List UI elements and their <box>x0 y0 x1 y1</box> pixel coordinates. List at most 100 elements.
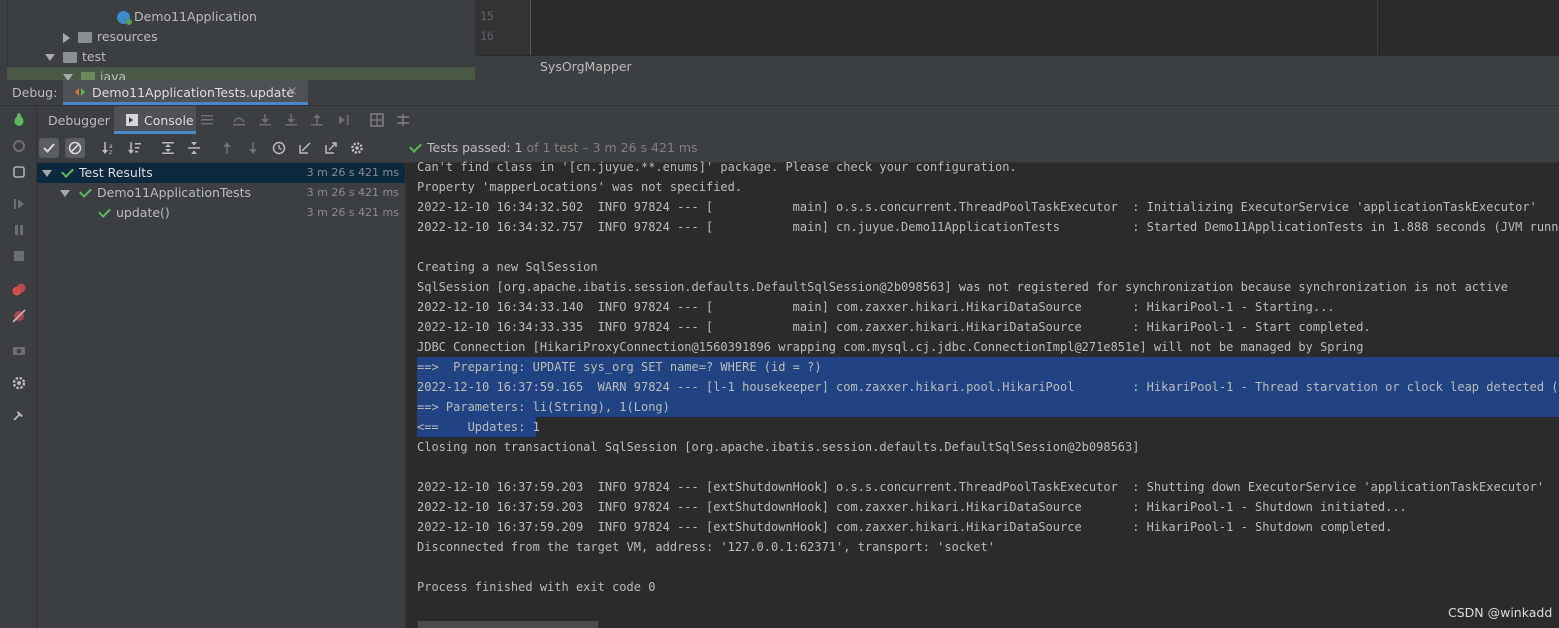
check-icon <box>43 143 55 153</box>
console-line: 2022-12-10 16:37:59.203 INFO 97824 --- [… <box>417 500 1407 514</box>
svg-text:z: z <box>109 149 112 155</box>
console-line: 2022-12-10 16:37:59.203 INFO 97824 --- [… <box>417 480 1545 494</box>
debug-session-tab-label: Demo11ApplicationTests.update <box>92 85 295 100</box>
tree-item-java[interactable]: java <box>63 67 126 80</box>
history-icon[interactable] <box>272 141 286 155</box>
test-tree-method[interactable]: update() 3 m 26 s 421 ms <box>37 203 405 223</box>
test-tree-label: update() <box>116 205 170 220</box>
spring-app-icon <box>117 11 132 25</box>
console-line: 2022-12-10 16:34:32.502 INFO 97824 --- [… <box>417 200 1537 214</box>
tab-debugger[interactable]: Debugger <box>48 113 110 128</box>
code-editor[interactable] <box>475 0 1559 55</box>
run-config-icon <box>75 88 85 96</box>
console-line: 2022-12-10 16:34:33.140 INFO 97824 --- [… <box>417 300 1335 314</box>
passed-check-icon <box>61 164 74 178</box>
console-icon <box>126 114 138 126</box>
tree-item-label: resources <box>97 29 158 44</box>
export-tests-icon[interactable] <box>324 141 338 155</box>
test-tree-label: Demo11ApplicationTests <box>97 185 252 200</box>
test-results-tree <box>37 163 406 628</box>
test-duration: 3 m 26 s 421 ms <box>306 166 399 179</box>
sort-by-duration-icon[interactable] <box>128 141 142 155</box>
console-line: ==> Parameters: li(String), 1(Long) <box>417 400 670 414</box>
tree-item-demo11application[interactable]: Demo11Application <box>117 7 257 27</box>
editor-right-margin <box>1377 0 1378 55</box>
console-line: SqlSession [org.apache.ibatis.session.de… <box>417 280 1508 294</box>
horizontal-scrollbar[interactable] <box>418 621 598 628</box>
step-into-icon[interactable] <box>258 113 272 127</box>
settings-icon[interactable] <box>11 375 27 391</box>
passed-check-icon <box>79 184 92 198</box>
passed-check-icon <box>409 139 422 153</box>
test-tree-label: Test Results <box>79 165 153 180</box>
next-failed-icon[interactable] <box>246 141 260 155</box>
console-line: ==> Preparing: UPDATE sys_org SET name=?… <box>417 360 822 374</box>
folder-icon <box>78 32 92 43</box>
tree-item-label: java <box>100 69 127 80</box>
test-duration: 3 m 26 s 421 ms <box>306 186 399 199</box>
editor-tab-label[interactable]: SysOrgMapper <box>540 59 632 74</box>
step-over-icon[interactable] <box>232 113 246 127</box>
folder-icon <box>81 72 95 80</box>
test-tree-root[interactable]: Test Results 3 m 26 s 421 ms <box>37 163 405 183</box>
console-line: 2022-12-10 16:34:33.335 INFO 97824 --- [… <box>417 320 1371 334</box>
line-number: 15 <box>480 9 494 23</box>
run-to-cursor-icon[interactable] <box>337 113 351 127</box>
view-breakpoints-icon[interactable] <box>11 282 27 298</box>
debug-bug-icon[interactable] <box>11 112 27 128</box>
collapse-arrow-icon[interactable] <box>45 54 55 61</box>
mute-breakpoints-icon[interactable] <box>11 308 27 324</box>
tree-item-label: Demo11Application <box>134 9 257 24</box>
test-tree-class[interactable]: Demo11ApplicationTests 3 m 26 s 421 ms <box>37 183 405 203</box>
watermark: CSDN @winkadd <box>1448 605 1553 620</box>
trace-stream-icon[interactable] <box>396 113 410 127</box>
tree-item-label: test <box>82 49 107 64</box>
console-line: Closing non transactional SqlSession [or… <box>417 440 1140 454</box>
collapse-arrow-icon[interactable] <box>42 170 52 177</box>
debug-label: Debug: <box>12 85 58 100</box>
step-out-icon[interactable] <box>310 113 324 127</box>
folder-icon <box>63 52 77 63</box>
reload-classes-icon[interactable] <box>11 164 27 180</box>
expand-arrow-icon[interactable] <box>63 32 70 43</box>
console-line: Property 'mapperLocations' was not speci… <box>417 180 743 194</box>
status-detail: of 1 test – 3 m 26 s 421 ms <box>522 140 698 155</box>
console-line: 2022-12-10 16:37:59.165 WARN 97824 --- [… <box>417 380 1559 394</box>
gear-icon[interactable] <box>350 141 364 155</box>
close-icon[interactable]: × <box>287 84 298 99</box>
tree-item-test[interactable]: test <box>45 47 106 67</box>
ignored-icon <box>68 141 82 155</box>
previous-failed-icon[interactable] <box>220 141 234 155</box>
line-number: 16 <box>480 29 494 43</box>
collapse-all-icon[interactable] <box>187 141 201 155</box>
console-line: Can't find class in '[cn.juyue.**.enums]… <box>417 160 1017 174</box>
pause-icon[interactable] <box>11 222 27 238</box>
stop-icon[interactable] <box>11 248 27 264</box>
tree-item-resources[interactable]: resources <box>63 27 158 47</box>
import-tests-icon[interactable] <box>298 141 312 155</box>
resume-icon[interactable] <box>11 196 27 212</box>
menu-lines-icon[interactable] <box>200 113 214 127</box>
evaluate-expression-icon[interactable] <box>370 113 384 127</box>
console-line: 2022-12-10 16:37:59.209 INFO 97824 --- [… <box>417 520 1393 534</box>
sort-alphabetically-icon[interactable]: az <box>102 141 116 155</box>
console-line: <== Updates: 1 <box>417 420 540 434</box>
editor-breadcrumb-bar <box>475 55 1559 81</box>
test-duration: 3 m 26 s 421 ms <box>306 206 399 219</box>
rerun-icon[interactable] <box>11 138 27 154</box>
pin-icon[interactable] <box>11 407 27 423</box>
console-line: Disconnected from the target VM, address… <box>417 540 995 554</box>
tab-console-label: Console <box>144 113 194 128</box>
debug-side-toolbar <box>0 106 37 628</box>
collapse-arrow-icon[interactable] <box>60 190 70 197</box>
expand-all-icon[interactable] <box>161 141 175 155</box>
passed-check-icon <box>98 204 111 218</box>
force-step-into-icon[interactable] <box>284 113 298 127</box>
test-status-summary: Tests passed: 1 of 1 test – 3 m 26 s 421… <box>409 139 698 155</box>
console-line: 2022-12-10 16:34:32.757 INFO 97824 --- [… <box>417 220 1559 234</box>
status-prefix: Tests passed: <box>427 140 515 155</box>
console-line: Process finished with exit code 0 <box>417 580 656 594</box>
console-line: Creating a new SqlSession <box>417 260 598 274</box>
camera-icon[interactable] <box>11 342 27 358</box>
console-line: JDBC Connection [HikariProxyConnection@1… <box>417 340 1364 354</box>
